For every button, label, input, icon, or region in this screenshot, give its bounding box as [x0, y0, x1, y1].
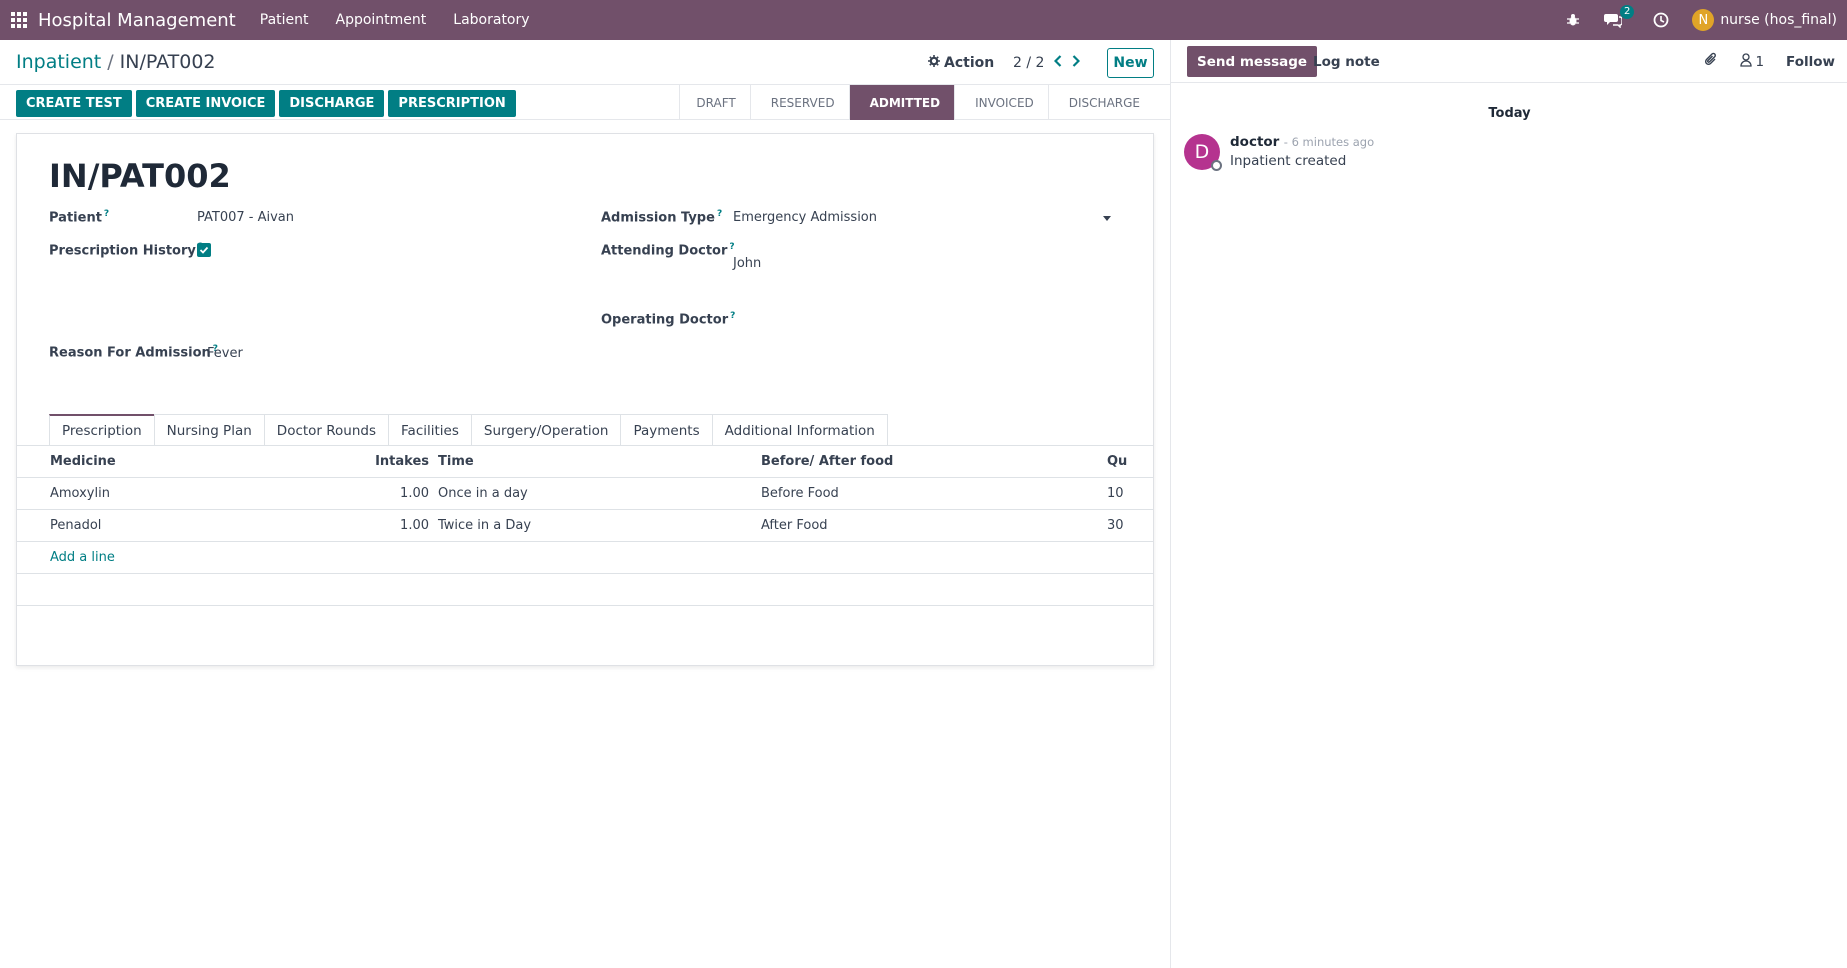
- admission-type-select[interactable]: Emergency Admission: [733, 210, 877, 225]
- date-separator: Today: [1488, 106, 1531, 121]
- app-name[interactable]: Hospital Management: [38, 10, 236, 31]
- cell-quantity: 30: [1107, 518, 1124, 533]
- reason-for-admission-field[interactable]: Fever: [207, 346, 243, 361]
- tab-payments[interactable]: Payments: [620, 414, 713, 446]
- menu-laboratory[interactable]: Laboratory: [453, 12, 529, 28]
- column-header-quantity[interactable]: Qu: [1107, 454, 1127, 469]
- cell-medicine: Amoxylin: [50, 486, 110, 501]
- chatter-panel: Send message Log note 1 Follow Today D d…: [1170, 40, 1847, 968]
- user-avatar: N: [1692, 9, 1715, 31]
- cell-food: Before Food: [761, 486, 839, 501]
- pager-next-icon[interactable]: [1072, 55, 1081, 71]
- tab-additional-information[interactable]: Additional Information: [711, 414, 888, 446]
- table-row[interactable]: Amoxylin 1.00 Once in a day Before Food …: [17, 478, 1153, 510]
- patient-field[interactable]: PAT007 - Aivan: [197, 210, 294, 225]
- attending-doctor-label: Attending Doctor?: [601, 242, 735, 259]
- prescription-button[interactable]: PRESCRIPTION: [388, 90, 516, 117]
- create-test-button[interactable]: CREATE TEST: [16, 90, 132, 117]
- cell-time: Once in a day: [438, 486, 528, 501]
- cell-time: Twice in a Day: [438, 518, 532, 533]
- messages-icon[interactable]: 2: [1604, 5, 1635, 29]
- followers-count: 1: [1755, 53, 1765, 70]
- table-row[interactable]: Penadol 1.00 Twice in a Day After Food 3…: [17, 510, 1153, 542]
- message-time: - 6 minutes ago: [1283, 135, 1375, 149]
- breadcrumb: Inpatient / IN/PAT002: [16, 51, 216, 73]
- pager-previous-icon[interactable]: [1054, 55, 1062, 71]
- cell-intakes: 1.00: [400, 518, 429, 533]
- gear-icon: [928, 55, 940, 71]
- patient-label: Patient?: [49, 209, 110, 226]
- record-title: IN/PAT002: [49, 157, 231, 195]
- tab-surgery-operation[interactable]: Surgery/Operation: [470, 414, 622, 446]
- top-navbar: Hospital Management Patient Appointment …: [0, 0, 1847, 40]
- pager-value[interactable]: 2 / 2: [1013, 55, 1044, 71]
- user-name: nurse (hos_final): [1720, 12, 1837, 28]
- status-dot-icon: [1211, 160, 1222, 171]
- stage-invoiced[interactable]: INVOICED: [954, 85, 1048, 120]
- send-message-button[interactable]: Send message: [1187, 46, 1318, 77]
- apps-menu-icon[interactable]: [0, 0, 38, 40]
- stage-discharge[interactable]: DISCHARGE: [1047, 85, 1154, 120]
- chatter-message: D doctor - 6 minutes ago Inpatient creat…: [1184, 134, 1375, 171]
- message-author[interactable]: doctor: [1230, 134, 1279, 150]
- tab-prescription[interactable]: Prescription: [49, 414, 155, 446]
- form-sheet: IN/PAT002 Patient? PAT007 - Aivan Prescr…: [16, 133, 1154, 666]
- create-invoice-button[interactable]: CREATE INVOICE: [135, 90, 276, 117]
- prescription-history-checkbox[interactable]: [197, 243, 211, 257]
- tab-facilities[interactable]: Facilities: [388, 414, 472, 446]
- column-header-before-after-food[interactable]: Before/ After food: [761, 454, 893, 469]
- add-line-link[interactable]: Add a line: [50, 550, 115, 565]
- breadcrumb-parent-link[interactable]: Inpatient: [16, 51, 101, 73]
- action-label: Action: [944, 55, 995, 71]
- status-stages: DRAFT RESERVED ADMITTED INVOICED DISCHAR…: [679, 85, 1154, 120]
- attending-doctor-field[interactable]: John: [733, 256, 761, 271]
- cell-food: After Food: [761, 518, 828, 533]
- messages-count-badge: 2: [1619, 5, 1635, 19]
- tab-doctor-rounds[interactable]: Doctor Rounds: [263, 414, 390, 446]
- action-menu-button[interactable]: Action: [928, 55, 994, 71]
- column-header-intakes[interactable]: Intakes: [375, 454, 429, 469]
- admission-type-label: Admission Type?: [601, 209, 723, 226]
- log-note-button[interactable]: Log note: [1303, 46, 1390, 77]
- author-avatar[interactable]: D: [1184, 134, 1222, 171]
- table-footer-row: [17, 574, 1153, 606]
- column-header-time[interactable]: Time: [438, 454, 474, 469]
- add-line-row: Add a line: [17, 542, 1153, 574]
- control-panel: Inpatient / IN/PAT002 Action 2 / 2 New: [0, 40, 1170, 85]
- new-button[interactable]: New: [1107, 48, 1154, 78]
- status-bar: CREATE TEST CREATE INVOICE DISCHARGE PRE…: [0, 85, 1170, 120]
- cell-medicine: Penadol: [50, 518, 102, 533]
- pager: 2 / 2: [1013, 55, 1081, 71]
- cell-quantity: 10: [1107, 486, 1124, 501]
- notebook-tabs: Prescription Nursing Plan Doctor Rounds …: [49, 414, 888, 446]
- discharge-button[interactable]: DISCHARGE: [279, 90, 385, 117]
- user-icon: [1740, 52, 1753, 71]
- reason-for-admission-label: Reason For Admission?: [49, 344, 218, 361]
- column-header-medicine[interactable]: Medicine: [50, 454, 116, 469]
- stage-reserved[interactable]: RESERVED: [749, 85, 849, 120]
- user-menu[interactable]: N nurse (hos_final): [1692, 9, 1837, 31]
- table-header-row: Medicine Intakes Time Before/ After food…: [17, 446, 1153, 478]
- chevron-down-icon[interactable]: [1103, 216, 1111, 221]
- activity-clock-icon[interactable]: [1652, 11, 1670, 29]
- prescription-table: Medicine Intakes Time Before/ After food…: [17, 446, 1153, 606]
- followers-button[interactable]: 1: [1740, 52, 1765, 71]
- follow-button[interactable]: Follow: [1786, 54, 1835, 70]
- breadcrumb-current: IN/PAT002: [119, 51, 216, 73]
- menu-appointment[interactable]: Appointment: [336, 12, 427, 28]
- chatter-topbar: Send message Log note 1 Follow: [1171, 40, 1847, 83]
- stage-draft[interactable]: DRAFT: [679, 85, 749, 120]
- paperclip-icon[interactable]: [1704, 52, 1718, 71]
- prescription-history-label: Prescription History?: [49, 242, 203, 259]
- menu-patient[interactable]: Patient: [260, 12, 309, 28]
- bug-icon[interactable]: [1564, 11, 1582, 29]
- cell-intakes: 1.00: [400, 486, 429, 501]
- operating-doctor-label: Operating Doctor?: [601, 311, 736, 328]
- message-body: Inpatient created: [1230, 153, 1347, 169]
- stage-admitted[interactable]: ADMITTED: [848, 85, 955, 120]
- tab-nursing-plan[interactable]: Nursing Plan: [153, 414, 265, 446]
